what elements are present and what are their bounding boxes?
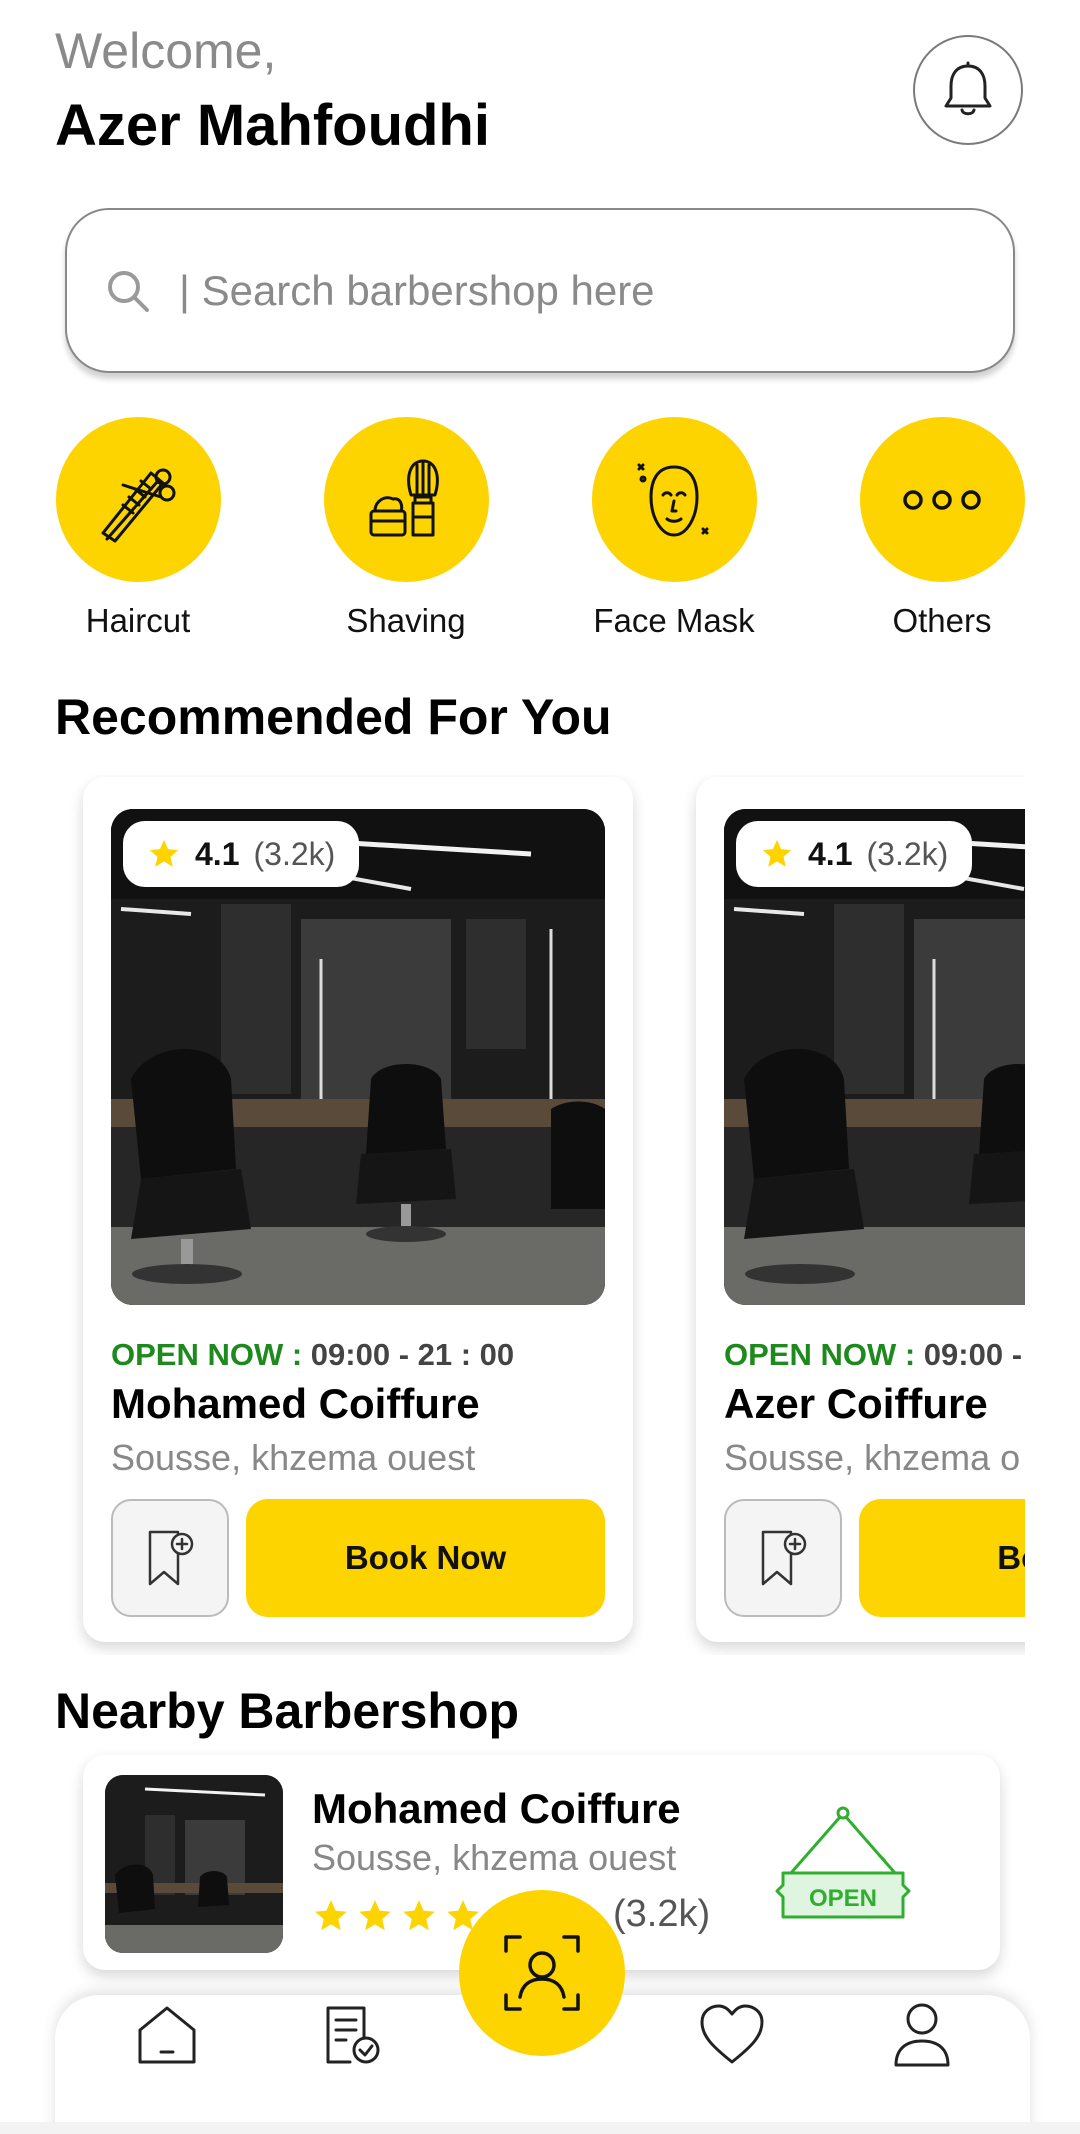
shop-location: Sousse, khzema o	[724, 1437, 1021, 1478]
opening-hours: OPEN NOW : 09:00 - 21 : 00	[111, 1337, 514, 1373]
face-mask-icon	[637, 463, 709, 536]
nearby-title: Nearby Barbershop	[55, 1683, 520, 1739]
category-haircut-circle[interactable]	[55, 417, 221, 582]
shaving-brush-icon	[369, 459, 439, 536]
shop-image: 4.1 (3.2k)	[724, 809, 1025, 1305]
shop-name: Azer Coiffure	[724, 1380, 988, 1427]
notification-button[interactable]	[913, 35, 1023, 145]
bookmark-add-icon	[148, 1530, 194, 1586]
category-label: Others	[892, 602, 992, 639]
category-shaving[interactable]: Shaving	[321, 417, 491, 640]
bookings-icon	[326, 2006, 380, 2064]
category-face-mask[interactable]: Face Mask	[589, 417, 759, 640]
category-shaving-circle[interactable]	[323, 417, 489, 582]
more-dots-icon	[903, 489, 981, 510]
category-label: Face Mask	[593, 602, 755, 639]
bookmark-add-icon	[761, 1530, 807, 1586]
nav-profile[interactable]	[882, 1995, 962, 2075]
category-others-circle[interactable]	[859, 417, 1025, 582]
rating-count: (3.2k)	[253, 835, 336, 872]
shop-name: Mohamed Coiffure	[111, 1380, 480, 1427]
category-face-mask-circle[interactable]	[591, 417, 757, 582]
user-name: Azer Mahfoudhi	[55, 93, 490, 158]
profile-icon	[894, 2003, 950, 2067]
opening-hours: OPEN NOW : 09:00 -	[724, 1337, 1022, 1373]
open-status: OPEN	[808, 1885, 877, 1912]
shop-location: Sousse, khzema ouest	[111, 1437, 476, 1478]
system-nav-bar	[0, 2122, 1080, 2134]
nav-favorites[interactable]	[692, 1995, 772, 2075]
search-icon	[101, 264, 155, 318]
category-list: Haircut Shaving Face Mask Others	[0, 417, 1080, 647]
book-now-button[interactable]: Book Now	[246, 1499, 605, 1617]
hours-value: 09:00 - 21 : 00	[310, 1337, 515, 1372]
nearby-shop-name: Mohamed Coiffure	[312, 1785, 681, 1832]
bookmark-button[interactable]	[724, 1499, 842, 1617]
category-others[interactable]: Others	[857, 417, 1027, 640]
search-input[interactable]	[179, 266, 959, 315]
recommended-title: Recommended For You	[55, 689, 612, 745]
book-now-button[interactable]: Book	[859, 1499, 1025, 1617]
open-now-label: OPEN NOW :	[111, 1337, 303, 1372]
shop-image: 4.1 (3.2k)	[111, 809, 605, 1305]
star-icon	[762, 839, 792, 867]
nav-home[interactable]	[127, 1995, 207, 2075]
star-icon	[403, 1900, 435, 1931]
favorites-icon	[700, 2004, 764, 2064]
scan-face-icon	[504, 1935, 580, 2011]
rating-badge: 4.1 (3.2k)	[736, 821, 973, 887]
rating-count: (3.2k)	[866, 835, 949, 872]
shop-card[interactable]: 4.1 (3.2k) OPEN NOW : 09:00 - 21 : 00 Mo…	[83, 777, 633, 1642]
nearby-shop-location: Sousse, khzema ouest	[312, 1837, 677, 1878]
home-icon	[138, 2006, 196, 2064]
rating-value: 4.1	[808, 835, 853, 872]
search-bar[interactable]	[65, 208, 1015, 373]
bell-icon	[944, 61, 992, 116]
star-icon	[315, 1900, 347, 1931]
scan-face-button[interactable]	[459, 1890, 625, 2056]
shop-image	[105, 1775, 283, 1953]
category-label: Haircut	[85, 602, 191, 639]
star-icon	[359, 1900, 391, 1931]
welcome-text: Welcome,	[55, 23, 277, 79]
nearby-review-count: (3.2k)	[613, 1893, 711, 1935]
category-label: Shaving	[346, 602, 466, 639]
nav-bookings[interactable]	[313, 1995, 393, 2075]
scissors-comb-icon	[101, 468, 176, 542]
shop-card[interactable]: 4.1 (3.2k) OPEN NOW : 09:00 - Azer Coiff…	[696, 777, 1025, 1642]
open-now-label: OPEN NOW :	[724, 1337, 916, 1372]
hours-value: 09:00 -	[923, 1337, 1023, 1372]
category-haircut[interactable]: Haircut	[53, 417, 223, 640]
open-sign-icon: OPEN	[773, 1803, 913, 1943]
rating-badge: 4.1 (3.2k)	[123, 821, 360, 887]
bookmark-button[interactable]	[111, 1499, 229, 1617]
rating-value: 4.1	[195, 835, 240, 872]
recommended-carousel[interactable]: 4.1 (3.2k) OPEN NOW : 09:00 - 21 : 00 Mo…	[0, 775, 1025, 1655]
star-icon	[149, 839, 179, 867]
